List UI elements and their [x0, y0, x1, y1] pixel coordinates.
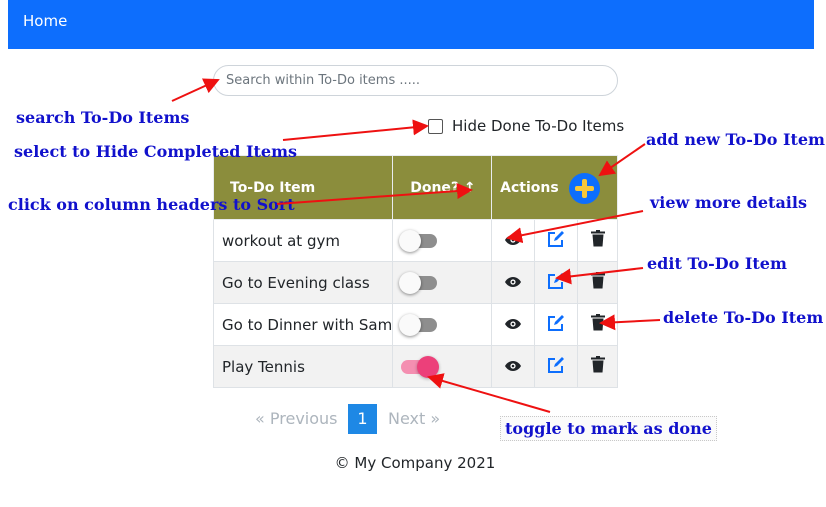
trash-icon[interactable]: [590, 230, 605, 247]
todo-name: Go to Dinner with Sam: [212, 303, 394, 346]
todo-name: workout at gym: [212, 219, 394, 262]
eye-icon[interactable]: [504, 276, 522, 288]
done-toggle[interactable]: [401, 356, 440, 378]
add-todo-icon[interactable]: [569, 173, 601, 204]
toggle-knob: [399, 314, 422, 336]
todo-table: To-Do Item Done? ↑ Actions workout at gy…: [212, 155, 618, 388]
toggle-knob: [417, 356, 440, 378]
todo-name: Play Tennis: [212, 345, 394, 388]
column-header-done[interactable]: Done? ↑: [392, 155, 493, 220]
column-header-actions: Actions: [491, 155, 618, 220]
pagination-next[interactable]: Next »: [388, 404, 440, 434]
toggle-knob: [399, 272, 422, 294]
delete-action-cell: [577, 345, 618, 388]
edit-icon[interactable]: [547, 230, 565, 248]
annotation-toggle: toggle to mark as done: [500, 416, 717, 441]
eye-icon[interactable]: [504, 360, 522, 372]
done-toggle[interactable]: [399, 314, 438, 336]
pagination-current-page[interactable]: 1: [348, 404, 377, 434]
navbar: Home: [8, 0, 814, 49]
edit-action-cell: [534, 345, 579, 388]
edit-icon[interactable]: [547, 356, 565, 374]
annotation-search: search To-Do Items: [16, 108, 190, 127]
annotation-add: add new To-Do Item: [646, 130, 825, 149]
delete-action-cell: [577, 261, 618, 304]
edit-action-cell: [534, 219, 579, 262]
table-row: workout at gym: [212, 219, 618, 262]
nav-home-link[interactable]: Home: [23, 12, 67, 30]
done-toggle[interactable]: [399, 230, 438, 252]
arrow-search: [171, 78, 220, 102]
annotation-edit: edit To-Do Item: [647, 254, 787, 273]
actions-label: Actions: [500, 179, 559, 196]
edit-icon[interactable]: [547, 314, 565, 332]
view-action-cell: [491, 261, 536, 304]
edit-action-cell: [534, 303, 579, 346]
table-row: Go to Evening class: [212, 261, 618, 304]
hide-done-filter[interactable]: Hide Done To-Do Items: [428, 117, 624, 135]
delete-action-cell: [577, 303, 618, 346]
delete-action-cell: [577, 219, 618, 262]
annotation-sort: click on column headers to Sort: [8, 195, 295, 214]
footer-copyright: © My Company 2021: [334, 454, 496, 472]
trash-icon[interactable]: [590, 272, 605, 289]
done-toggle-cell: [392, 345, 493, 388]
eye-icon[interactable]: [504, 234, 522, 246]
eye-icon[interactable]: [504, 318, 522, 330]
edit-action-cell: [534, 261, 579, 304]
todo-name: Go to Evening class: [212, 261, 394, 304]
hide-done-checkbox[interactable]: [428, 118, 443, 134]
table-row: Play Tennis: [212, 345, 618, 388]
hide-done-label: Hide Done To-Do Items: [452, 117, 625, 135]
table-row: Go to Dinner with Sam: [212, 303, 618, 346]
done-toggle-cell: [392, 303, 493, 346]
toggle-knob: [399, 230, 422, 252]
annotation-delete: delete To-Do Item: [663, 308, 824, 327]
trash-icon[interactable]: [590, 356, 605, 373]
search-input[interactable]: [213, 65, 618, 96]
view-action-cell: [491, 303, 536, 346]
edit-icon[interactable]: [547, 272, 565, 290]
pagination-previous[interactable]: « Previous: [255, 404, 338, 434]
annotation-view: view more details: [650, 193, 807, 212]
done-toggle-cell: [392, 219, 493, 262]
done-toggle-cell: [392, 261, 493, 304]
arrow-hide: [282, 119, 429, 141]
trash-icon[interactable]: [590, 314, 605, 331]
annotation-hide: select to Hide Completed Items: [14, 142, 298, 161]
done-toggle[interactable]: [399, 272, 438, 294]
view-action-cell: [491, 345, 536, 388]
view-action-cell: [491, 219, 536, 262]
